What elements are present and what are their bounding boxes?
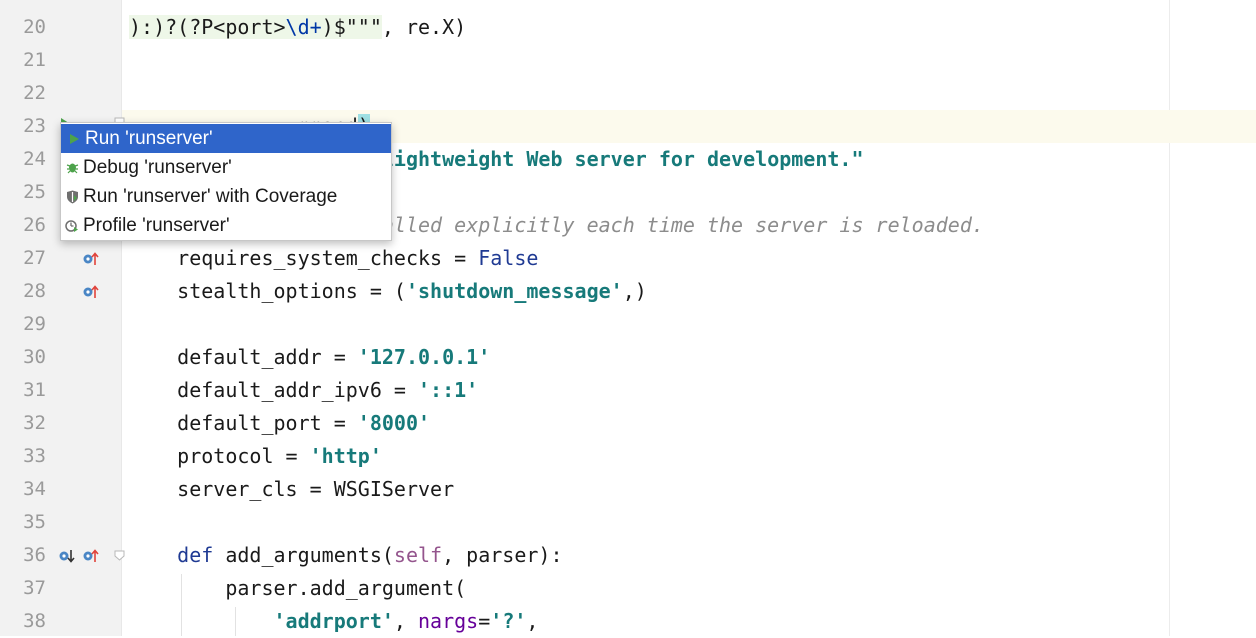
code-token: default_port = bbox=[129, 411, 358, 435]
menu-item-label: Profile 'runserver' bbox=[83, 214, 230, 236]
code-token: = bbox=[478, 609, 491, 633]
line-number: 22 bbox=[23, 82, 46, 104]
code-text: server_cls = WSGIServer bbox=[129, 473, 454, 506]
code-line[interactable]: 22 bbox=[0, 77, 1256, 110]
code-line[interactable]: 36 def add_arguments(self, parser): bbox=[0, 539, 1256, 572]
code-token: ,) bbox=[622, 279, 647, 303]
overriding-method-icon[interactable] bbox=[82, 283, 100, 301]
code-text: default_port = '8000' bbox=[129, 407, 430, 440]
code-token: requires_system_checks = bbox=[129, 246, 479, 270]
code-text: ):)?(?P<port>\d+)$""", re.X) bbox=[129, 11, 466, 44]
code-line[interactable]: 37 parser.add_argument( bbox=[0, 572, 1256, 605]
indent-guide bbox=[181, 574, 182, 636]
code-token: nargs bbox=[418, 609, 479, 633]
menu-item-label: Run 'runserver' bbox=[85, 127, 213, 149]
menu-item-run[interactable]: Run 'runserver' bbox=[61, 124, 391, 153]
profiler-icon bbox=[61, 219, 83, 233]
code-token: lightweight Web server for development." bbox=[381, 147, 864, 171]
code-token: \d+ bbox=[285, 15, 322, 39]
line-number: 38 bbox=[23, 610, 46, 632]
run-context-popup: Run 'runserver' Debug 'runserver' Run 'run… bbox=[60, 122, 392, 241]
code-line[interactable]: 27 requires_system_checks = False bbox=[0, 242, 1256, 275]
code-token: default_addr = bbox=[129, 345, 358, 369]
code-token: , parser): bbox=[442, 543, 563, 567]
code-text: default_addr = '127.0.0.1' bbox=[129, 341, 490, 374]
code-token: ):)?(?P<port> bbox=[129, 15, 286, 39]
indent-guide bbox=[235, 607, 236, 636]
code-token: stealth_options = ( bbox=[129, 279, 406, 303]
code-token: 'shutdown_message' bbox=[405, 279, 623, 303]
code-text: 'addrport', nargs='?', bbox=[129, 605, 539, 638]
code-token: , bbox=[393, 609, 419, 633]
line-number: 25 bbox=[23, 181, 46, 203]
line-number: 27 bbox=[23, 247, 46, 269]
menu-item-label: Debug 'runserver' bbox=[83, 156, 232, 178]
line-number: 32 bbox=[23, 412, 46, 434]
menu-item-profile[interactable]: Profile 'runserver' bbox=[61, 211, 391, 240]
code-text: requires_system_checks = False bbox=[129, 242, 538, 275]
line-number: 36 bbox=[23, 544, 46, 566]
line-number: 33 bbox=[23, 445, 46, 467]
line-number: 29 bbox=[23, 313, 46, 335]
menu-item-run-with-coverage[interactable]: Run 'runserver' with Coverage bbox=[61, 182, 391, 211]
code-text: default_addr_ipv6 = '::1' bbox=[129, 374, 478, 407]
code-token: , re.X) bbox=[381, 15, 467, 39]
code-line[interactable]: 33 protocol = 'http' bbox=[0, 440, 1256, 473]
code-line[interactable]: 34 server_cls = WSGIServer bbox=[0, 473, 1256, 506]
code-line[interactable]: 28 stealth_options = ('shutdown_message'… bbox=[0, 275, 1256, 308]
code-token: '?' bbox=[490, 609, 527, 633]
code-token: '127.0.0.1' bbox=[357, 345, 491, 369]
code-text: parser.add_argument( bbox=[129, 572, 466, 605]
code-line[interactable]: 38 'addrport', nargs='?', bbox=[0, 605, 1256, 638]
code-line[interactable]: 31 default_addr_ipv6 = '::1' bbox=[0, 374, 1256, 407]
code-line[interactable]: 35 bbox=[0, 506, 1256, 539]
code-token: )$""" bbox=[321, 15, 382, 39]
line-number: 31 bbox=[23, 379, 46, 401]
code-text: protocol = 'http' bbox=[129, 440, 382, 473]
code-token: def bbox=[177, 543, 214, 567]
line-number: 24 bbox=[23, 148, 46, 170]
line-number: 37 bbox=[23, 577, 46, 599]
line-number: 35 bbox=[23, 511, 46, 533]
code-text: stealth_options = ('shutdown_message',) bbox=[129, 275, 647, 308]
menu-item-label: Run 'runserver' with Coverage bbox=[83, 185, 338, 207]
code-token: False bbox=[478, 246, 539, 270]
code-token: 'addrport' bbox=[273, 609, 394, 633]
code-token: self bbox=[393, 543, 443, 567]
debug-bug-icon bbox=[61, 161, 83, 174]
run-icon bbox=[63, 133, 85, 145]
overridden-method-icon[interactable] bbox=[58, 547, 76, 565]
coverage-shield-icon bbox=[61, 190, 83, 204]
code-line[interactable]: 30 default_addr = '127.0.0.1' bbox=[0, 341, 1256, 374]
code-line[interactable]: 29 bbox=[0, 308, 1256, 341]
code-token: 'http' bbox=[309, 444, 382, 468]
overriding-method-icon[interactable] bbox=[82, 547, 100, 565]
code-token: '8000' bbox=[357, 411, 431, 435]
line-number: 21 bbox=[23, 49, 46, 71]
fold-marker-icon[interactable] bbox=[114, 550, 125, 561]
code-line[interactable]: 21 bbox=[0, 44, 1256, 77]
line-number: 28 bbox=[23, 280, 46, 302]
code-line[interactable]: 20 ):)?(?P<port>\d+)$""", re.X) bbox=[0, 11, 1256, 44]
code-text: def add_arguments(self, parser): bbox=[129, 539, 563, 572]
code-token: , bbox=[526, 609, 539, 633]
line-number: 23 bbox=[23, 115, 46, 137]
line-number: 26 bbox=[23, 214, 46, 236]
code-token: server_cls = WSGIServer bbox=[129, 477, 455, 501]
line-number: 34 bbox=[23, 478, 46, 500]
code-token: add_arguments( bbox=[213, 543, 394, 567]
code-token: protocol = bbox=[129, 444, 310, 468]
code-token: default_addr_ipv6 = bbox=[129, 378, 418, 402]
code-token: parser.add_argument( bbox=[129, 576, 467, 600]
code-token: called explicitly each time the server i… bbox=[369, 213, 984, 237]
code-token: '::1' bbox=[417, 378, 479, 402]
overriding-method-icon[interactable] bbox=[82, 250, 100, 268]
code-line[interactable]: 32 default_port = '8000' bbox=[0, 407, 1256, 440]
menu-item-debug[interactable]: Debug 'runserver' bbox=[61, 153, 391, 182]
line-number: 30 bbox=[23, 346, 46, 368]
line-number: 20 bbox=[23, 16, 46, 38]
